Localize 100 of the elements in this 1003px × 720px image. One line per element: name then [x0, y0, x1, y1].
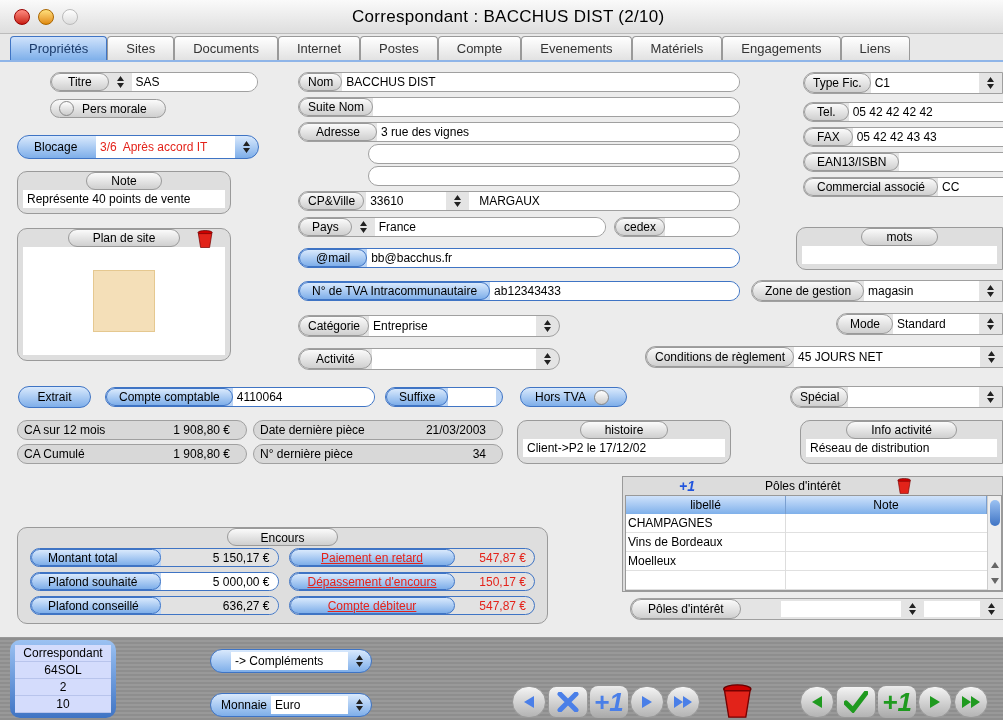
- next-button[interactable]: [629, 686, 664, 718]
- text-field[interactable]: magasin: [864, 281, 979, 301]
- text-field[interactable]: CC: [938, 178, 1003, 196]
- text-field[interactable]: SAS: [131, 73, 257, 91]
- text-field[interactable]: France: [374, 218, 605, 236]
- updown-arrows-icon: [987, 391, 994, 403]
- field-label: Activité: [299, 349, 372, 369]
- text-field[interactable]: [448, 388, 496, 406]
- tab[interactable]: Internet: [277, 36, 360, 60]
- field-label: Adresse: [299, 123, 377, 141]
- tab[interactable]: Compte: [437, 36, 522, 60]
- field-value: 547,87 €: [478, 549, 527, 566]
- last-button[interactable]: [953, 686, 988, 718]
- last-button[interactable]: [665, 686, 700, 718]
- text-field[interactable]: MARGAUX: [469, 192, 739, 210]
- add-button[interactable]: +1: [679, 475, 695, 497]
- text-field[interactable]: C1: [870, 73, 979, 93]
- scroll-thumb[interactable]: [989, 500, 1000, 526]
- field-label: EAN13/ISBN: [804, 153, 900, 171]
- text-field[interactable]: 33610: [366, 192, 447, 210]
- text-field[interactable]: Client->P2 le 17/12/02: [523, 439, 725, 457]
- radio-button[interactable]: [593, 389, 609, 405]
- field-label: Spécial: [791, 387, 849, 407]
- updown-arrows-icon: [988, 603, 995, 615]
- field-label: Titre: [51, 73, 109, 91]
- field-label: Compte comptable: [106, 388, 233, 406]
- trash-icon[interactable]: [721, 684, 753, 718]
- text-field[interactable]: [899, 153, 1003, 171]
- tab[interactable]: Sites: [107, 36, 175, 60]
- tab[interactable]: Postes: [360, 36, 438, 60]
- field-label: Monnaie: [221, 697, 269, 714]
- text-field[interactable]: 45 JOURS NET: [794, 347, 980, 367]
- minimize-button[interactable]: [38, 8, 54, 25]
- column-header[interactable]: libellé: [626, 496, 786, 514]
- field-label: Catégorie: [299, 316, 370, 336]
- field-label: Suffixe: [386, 388, 449, 406]
- text-field[interactable]: Réseau de distribution: [806, 439, 997, 457]
- text-field[interactable]: 5 150,17 €: [161, 549, 278, 566]
- field-label: @mail: [299, 249, 368, 267]
- zoom-button[interactable]: [62, 8, 78, 25]
- select-field[interactable]: Blocage 3/6 Après accord IT: [17, 135, 259, 159]
- field-label: CA Cumulé: [24, 446, 85, 463]
- updown-arrows-icon: [356, 699, 363, 711]
- field-label: Pays: [299, 218, 352, 236]
- text-field[interactable]: [373, 98, 739, 116]
- select-field[interactable]: Monnaie Euro: [210, 693, 372, 717]
- text-field[interactable]: [802, 246, 997, 264]
- panel-title: Encours: [227, 528, 338, 546]
- field-label: cedex: [615, 218, 666, 236]
- select-field[interactable]: -> Compléments: [210, 649, 372, 673]
- panel-title: Info activité: [846, 421, 957, 439]
- field-label: Zone de gestion: [752, 281, 865, 301]
- cancel-button[interactable]: [548, 686, 588, 718]
- text-field[interactable]: 636,27 €: [161, 597, 278, 614]
- field-label: Pôles d'intérêt: [631, 599, 741, 619]
- tab[interactable]: Evenements: [521, 36, 632, 60]
- tab[interactable]: Matériels: [631, 36, 723, 60]
- extrait-button[interactable]: Extrait: [18, 386, 91, 408]
- text-field[interactable]: [368, 166, 740, 186]
- text-field[interactable]: 05 42 42 43 43: [852, 128, 1003, 146]
- next-button[interactable]: [917, 686, 952, 718]
- previous-button[interactable]: [512, 686, 546, 718]
- previous-button[interactable]: [800, 686, 835, 718]
- double-right-arrow-icon: [960, 695, 981, 709]
- field-label: Pers morale: [82, 100, 147, 118]
- text-field[interactable]: bb@bacchus.fr: [367, 249, 739, 267]
- text-field[interactable]: [665, 218, 739, 236]
- tab[interactable]: Liens: [840, 36, 910, 60]
- text-field[interactable]: ab12343433: [490, 282, 739, 300]
- field-value: -> Compléments: [231, 652, 348, 670]
- counter-text: 64SOL: [15, 662, 111, 679]
- text-field[interactable]: 3 rue des vignes: [377, 123, 739, 141]
- field-label: Date dernière pièce: [260, 422, 365, 439]
- text-field[interactable]: Entreprise: [369, 316, 536, 336]
- table-cell: CHAMPAGNES: [626, 514, 786, 533]
- field-label: Type Fic.: [804, 73, 871, 93]
- field-label: Plafond souhaité: [31, 573, 161, 590]
- panel-title: Plan de site: [67, 229, 181, 247]
- tab[interactable]: Documents: [174, 36, 278, 60]
- trash-icon[interactable]: [196, 230, 213, 248]
- double-right-arrow-icon: [672, 695, 693, 709]
- text-field[interactable]: 05 42 42 42 42: [848, 103, 1003, 121]
- text-field[interactable]: Standard: [893, 314, 979, 334]
- text-field[interactable]: [371, 349, 536, 369]
- confirm-button[interactable]: [836, 686, 877, 718]
- field-label: Montant total: [31, 549, 161, 566]
- select-field[interactable]: [923, 601, 980, 617]
- text-field[interactable]: BACCHUS DIST: [342, 73, 739, 91]
- tab[interactable]: Engagements: [722, 36, 841, 60]
- select-field[interactable]: [780, 601, 901, 617]
- close-button[interactable]: [14, 8, 30, 25]
- text-field[interactable]: [848, 387, 979, 407]
- text-field[interactable]: [368, 144, 740, 164]
- text-field[interactable]: 5 000,00 €: [161, 573, 278, 590]
- text-field[interactable]: 4110064: [232, 388, 374, 406]
- trash-icon[interactable]: [896, 478, 912, 494]
- radio-button[interactable]: [59, 101, 74, 116]
- field-label: Commercial associé: [804, 178, 939, 196]
- tab[interactable]: Propriétés: [10, 36, 108, 60]
- text-field[interactable]: Représente 40 points de vente: [23, 190, 225, 208]
